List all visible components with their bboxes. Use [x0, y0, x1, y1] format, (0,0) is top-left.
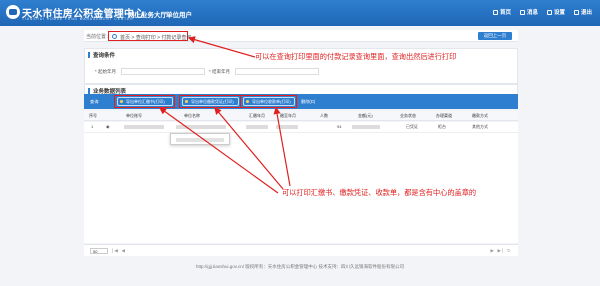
col-channel: 办理渠道 [436, 113, 452, 118]
end-month-input[interactable] [235, 68, 319, 75]
redacted-account [124, 125, 164, 129]
breadcrumb: 首页 > 查询打印 > 付款记录查询 [108, 31, 191, 41]
logo-icon [6, 5, 20, 19]
col-to-month: 缴至年月 [280, 113, 296, 118]
cell-method: 其他方式 [472, 124, 488, 129]
tooltip-popup [170, 133, 230, 145]
query-title: 查询条件 [93, 53, 116, 59]
col-amount: 金额(元) [358, 113, 373, 118]
print-voucher-button[interactable]: 导出单位缴款凭证(打印) [182, 97, 239, 106]
grid-header: 序号 单位账号 单位名称 汇缴年月 缴至年月 人数 金额(元) 业务状态 办理渠… [84, 111, 518, 121]
col-pay-month: 汇缴年月 [249, 113, 265, 118]
top-links: 首页 消息 设置 退出 [492, 8, 592, 16]
start-month-input[interactable] [121, 68, 205, 75]
breadcrumb-bar: 当前位置： 首页 > 查询打印 > 付款记录查询 返回上一页 [84, 30, 518, 42]
redacted-name [176, 125, 226, 129]
settings-link[interactable]: 设置 [546, 8, 565, 16]
cell-status: 已凭证 [406, 124, 418, 129]
breadcrumb-path[interactable]: 首页 > 查询打印 > 付款记录查询 [120, 34, 191, 41]
annotation-bottom: 可以打印汇缴书、缴款凭证、收款单，都是含有中心的盖章的 [282, 188, 477, 197]
pager: 50 |◀ ◀ ▶ ▶| ↻ [84, 244, 518, 256]
cell-no: 1 [91, 124, 94, 129]
redacted-amount [352, 125, 380, 129]
start-month-label: * 起始年月 [95, 69, 117, 74]
col-count: 人数 [320, 113, 328, 118]
top-header: 天水市住房公积金管理中心 TIANSHUI HOUSE FUND MANAGEM… [0, 0, 600, 26]
logout-link[interactable]: 退出 [573, 8, 592, 16]
redacted-pay-month [246, 125, 268, 129]
section-marker [88, 52, 90, 58]
home-icon [112, 34, 117, 39]
col-no: 序号 [89, 113, 97, 118]
delete-button[interactable]: 删除(D) [301, 99, 315, 105]
row-radio[interactable]: ◉ [106, 124, 110, 129]
setting-icon [546, 9, 552, 15]
print-receipt-button[interactable]: 导出单位收款单(打印) [243, 97, 295, 106]
annotation-top: 可以在查询打印里面的付款记录查询里面，查询出然后进行打印 [255, 52, 457, 61]
home-link[interactable]: 首页 [492, 8, 511, 16]
col-account: 单位账号 [126, 113, 142, 118]
pager-prev-icons[interactable]: |◀ ◀ [112, 248, 126, 254]
brand-subtitle: TIANSHUI HOUSE FUND MANAGEMENT CENTER [22, 17, 134, 21]
cell-channel: 柜台 [438, 124, 446, 129]
footer-copyright: http://gjj.tianshui.gov.cn/ 版权所有：天水住房公积金… [196, 264, 404, 269]
col-status: 业务状态 [400, 113, 416, 118]
print-summary-button[interactable]: 导出单位汇缴书(打印) [117, 97, 173, 106]
pager-next-icons[interactable]: ▶ ▶| ↻ [490, 248, 512, 254]
table-row[interactable]: 1 ◉ 94 已凭证 柜台 其他方式 [84, 122, 518, 133]
col-method: 缴款方式 [472, 113, 488, 118]
home-icon [492, 9, 498, 15]
query-button[interactable]: 查询 [90, 99, 98, 105]
grid-toolbar: 查询 导出单位汇缴书(打印) 导出单位缴款凭证(打印) 导出单位收款单(打印) … [84, 94, 518, 109]
page-size-select[interactable]: 50 [90, 248, 108, 254]
exit-icon [573, 9, 579, 15]
end-month-label: * 结束年月 [209, 69, 231, 74]
redacted-to-month [276, 125, 298, 129]
message-link[interactable]: 消息 [519, 8, 538, 16]
hall-title: 网上业务大厅 [128, 12, 167, 19]
unit-user-label: 单位用户 [166, 12, 192, 19]
message-icon [519, 9, 525, 15]
cell-count: 94 [337, 124, 342, 129]
col-name: 单位名称 [184, 113, 200, 118]
back-button[interactable]: 返回上一页 [478, 32, 512, 40]
